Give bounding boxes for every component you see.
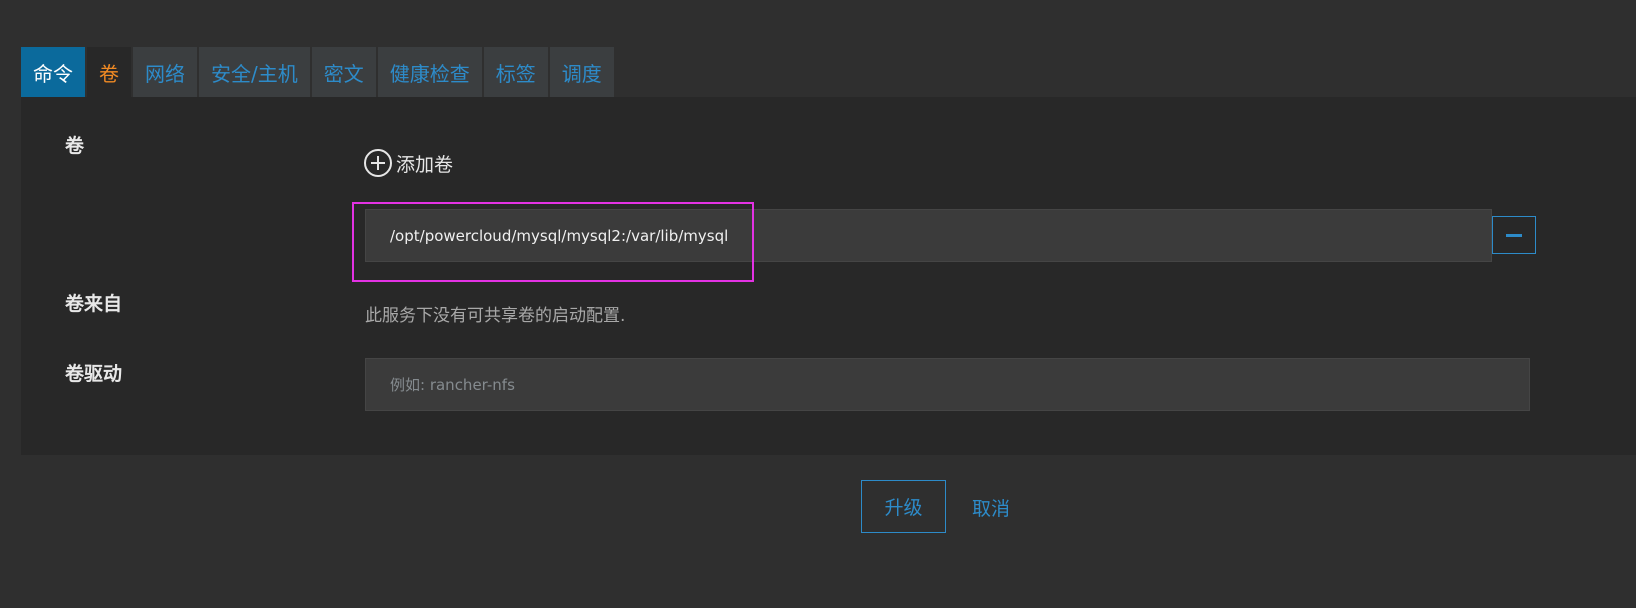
tab-secrets[interactable]: 密文: [311, 47, 376, 98]
remove-volume-button[interactable]: [1492, 216, 1536, 254]
add-volume-button[interactable]: 添加卷: [364, 149, 453, 177]
volumes-panel: 卷 添加卷 卷来自 此服务下没有可共享卷的启动配置. 卷驱动: [21, 97, 1636, 455]
volume-driver-label: 卷驱动: [65, 363, 123, 385]
volume-entry-input[interactable]: [365, 209, 1492, 262]
volumes-label: 卷: [65, 135, 85, 157]
minus-icon: [1506, 233, 1522, 237]
cancel-link[interactable]: 取消: [972, 494, 1010, 521]
upgrade-button[interactable]: 升级: [861, 480, 946, 533]
tab-security-host[interactable]: 安全/主机: [199, 47, 310, 98]
add-volume-label: 添加卷: [396, 153, 454, 176]
volumes-from-label: 卷来自: [65, 293, 123, 315]
tab-bar: 命令 卷 网络 安全/主机 密文 健康检查 标签 调度: [21, 47, 616, 98]
page: 命令 卷 网络 安全/主机 密文 健康检查 标签 调度 卷 添加卷 卷来自 此服…: [0, 0, 1636, 608]
tab-network[interactable]: 网络: [133, 47, 197, 98]
volumes-from-message: 此服务下没有可共享卷的启动配置.: [365, 306, 626, 326]
tab-scheduling[interactable]: 调度: [549, 47, 614, 98]
tab-health-check[interactable]: 健康检查: [377, 47, 482, 98]
tab-volumes[interactable]: 卷: [87, 47, 131, 98]
plus-circle-icon: [364, 149, 392, 177]
tab-labels[interactable]: 标签: [483, 47, 548, 98]
volume-driver-input[interactable]: [365, 358, 1530, 411]
tab-command[interactable]: 命令: [21, 47, 85, 98]
